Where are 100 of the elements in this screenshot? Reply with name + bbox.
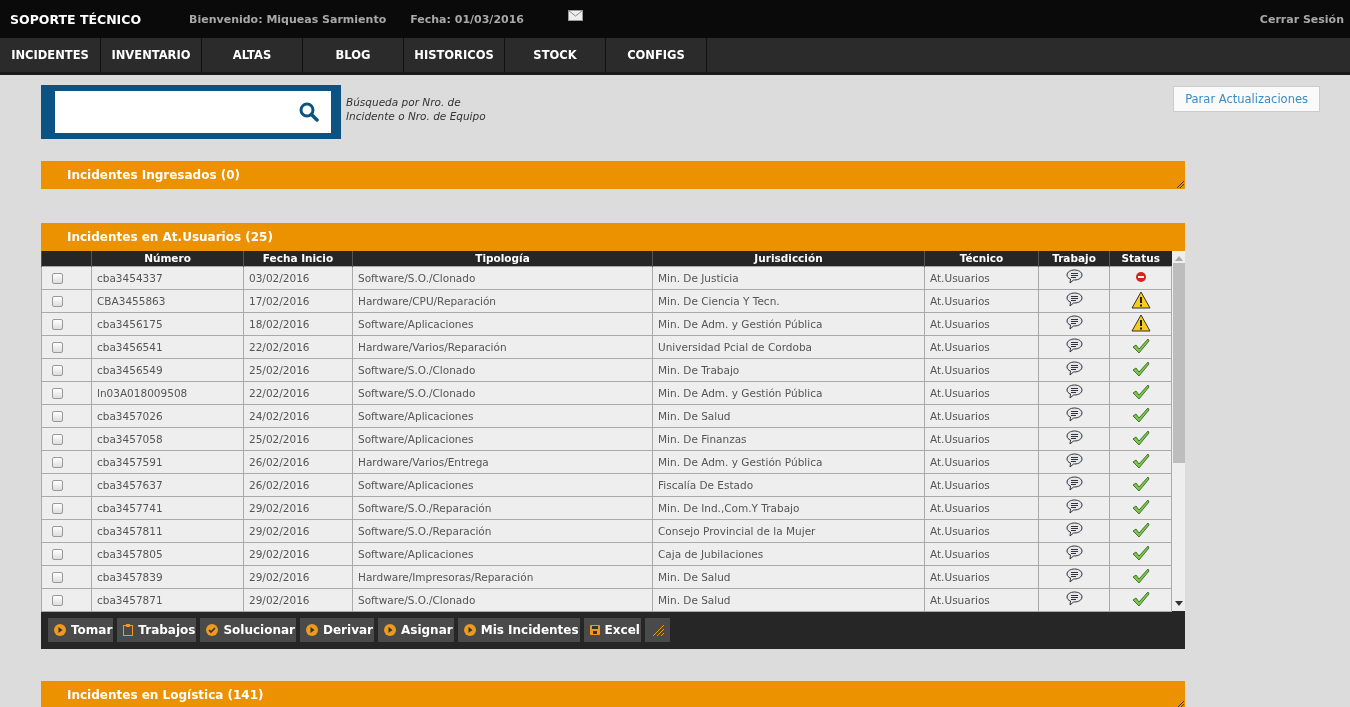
comment-icon[interactable] (1065, 269, 1083, 284)
table-cell: At.Usuarios (924, 542, 1039, 565)
search-icon[interactable] (299, 102, 319, 122)
nav-item[interactable]: ALTAS (202, 38, 303, 72)
toolbar-button[interactable]: Solucionar (200, 618, 296, 642)
comment-icon[interactable] (1065, 545, 1083, 560)
comment-icon[interactable] (1065, 384, 1083, 399)
resize-button[interactable] (644, 618, 670, 642)
search-field[interactable] (55, 91, 331, 133)
scroll-down-icon[interactable] (1174, 601, 1183, 607)
row-checkbox[interactable] (52, 502, 63, 514)
toolbar-button[interactable]: Derivar (300, 618, 374, 642)
nav-item[interactable]: STOCK (505, 38, 606, 72)
comment-icon[interactable] (1065, 407, 1083, 422)
row-checkbox[interactable] (52, 525, 63, 537)
checkmark-icon (1131, 383, 1150, 400)
clipboard-icon (123, 624, 134, 636)
row-checkbox[interactable] (52, 479, 63, 491)
table-cell: Min. De Salud (652, 565, 925, 588)
nav-item[interactable]: INVENTARIO (101, 38, 202, 72)
table-cell: Min. De Finanzas (652, 427, 925, 450)
table-cell: Min. De Adm. y Gestión Pública (652, 381, 925, 404)
row-checkbox[interactable] (52, 594, 63, 606)
column-header[interactable]: Jurisdicción (652, 251, 925, 266)
resize-grip-icon (650, 623, 665, 637)
row-checkbox[interactable] (52, 433, 63, 445)
row-checkbox[interactable] (52, 318, 63, 330)
table-cell: Min. De Trabajo (652, 358, 925, 381)
table-cell: Hardware/Impresoras/Reparación (352, 565, 653, 588)
comment-icon[interactable] (1065, 499, 1083, 514)
row-checkbox[interactable] (52, 410, 63, 422)
table-cell: At.Usuarios (924, 427, 1039, 450)
column-header[interactable]: Status (1109, 251, 1172, 266)
comment-icon[interactable] (1065, 476, 1083, 491)
table-cell: Software/S.O./Clonado (352, 588, 653, 611)
comment-icon[interactable] (1065, 568, 1083, 583)
resize-grip-icon[interactable] (1177, 181, 1184, 188)
table-cell: At.Usuarios (924, 588, 1039, 611)
toolbar-button[interactable]: Tomar (48, 618, 114, 642)
table-cell: Caja de Jubilaciones (652, 542, 925, 565)
row-checkbox[interactable] (52, 387, 63, 399)
table-cell: Software/Aplicaciones (352, 427, 653, 450)
table-cell: 03/02/2016 (243, 266, 353, 289)
row-checkbox[interactable] (52, 295, 63, 307)
comment-icon[interactable] (1065, 338, 1083, 353)
column-header[interactable]: Número (91, 251, 244, 266)
table-cell: At.Usuarios (924, 565, 1039, 588)
table-cell: Software/S.O./Clonado (352, 266, 653, 289)
nav-item[interactable]: BLOG (303, 38, 404, 72)
table-cell: Consejo Provincial de la Mujer (652, 519, 925, 542)
logout-link[interactable]: Cerrar Sesión (1259, 12, 1344, 26)
error-icon (1135, 271, 1146, 282)
column-header[interactable]: Trabajo (1038, 251, 1110, 266)
table-cell: Hardware/CPU/Reparación (352, 289, 653, 312)
row-checkbox[interactable] (52, 571, 63, 583)
row-checkbox[interactable] (52, 272, 63, 284)
row-checkbox[interactable] (52, 548, 63, 560)
mail-icon[interactable] (568, 9, 583, 21)
comment-icon[interactable] (1065, 453, 1083, 468)
nav-item[interactable]: HISTORICOS (404, 38, 505, 72)
column-header[interactable]: Técnico (924, 251, 1039, 266)
comment-icon[interactable] (1065, 591, 1083, 606)
table-cell: Min. De Salud (652, 404, 925, 427)
search-hint: Búsqueda por Nro. de Incidente o Nro. de Equipo (346, 95, 487, 123)
welcome-text: Bienvenido: Miqueas Sarmiento (189, 12, 387, 26)
toolbar-button[interactable]: Trabajos (117, 618, 197, 642)
toolbar-button[interactable]: Mis Incidentes (457, 618, 580, 642)
column-header[interactable]: Tipología (352, 251, 653, 266)
table-cell: cba3457805 (91, 542, 244, 565)
row-checkbox[interactable] (52, 364, 63, 376)
resize-grip-icon[interactable] (1177, 701, 1184, 707)
warning-icon (1130, 313, 1151, 332)
table-cell: cba3457026 (91, 404, 244, 427)
play-icon (384, 624, 396, 636)
comment-icon[interactable] (1065, 522, 1083, 537)
stop-updates-button[interactable]: Parar Actualizaciones (1173, 86, 1320, 112)
checkmark-icon (1131, 521, 1150, 538)
table-cell: Min. De Ind.,Com.Y Trabajo (652, 496, 925, 519)
checkmark-icon (1131, 475, 1150, 492)
toolbar-button[interactable]: Excel (583, 618, 641, 642)
table-cell: Software/S.O./Clonado (352, 358, 653, 381)
comment-icon[interactable] (1065, 292, 1083, 307)
comment-icon[interactable] (1065, 315, 1083, 330)
table-cell: CBA3455863 (91, 289, 244, 312)
table-cell: At.Usuarios (924, 404, 1039, 427)
table-cell: Min. De Justicia (652, 266, 925, 289)
table-cell: cba3456549 (91, 358, 244, 381)
check-icon (206, 624, 219, 636)
table-cell: Min. De Ciencia Y Tecn. (652, 289, 925, 312)
table-cell: Software/Aplicaciones (352, 404, 653, 427)
toolbar-button[interactable]: Asignar (378, 618, 454, 642)
nav-item[interactable]: INCIDENTES (0, 38, 101, 72)
row-checkbox[interactable] (52, 341, 63, 353)
nav-item[interactable]: CONFIGS (606, 38, 707, 72)
table-cell: At.Usuarios (924, 519, 1039, 542)
comment-icon[interactable] (1065, 430, 1083, 445)
comment-icon[interactable] (1065, 361, 1083, 376)
checkmark-icon (1131, 406, 1150, 423)
row-checkbox[interactable] (52, 456, 63, 468)
column-header[interactable]: Fecha Inicio (243, 251, 353, 266)
